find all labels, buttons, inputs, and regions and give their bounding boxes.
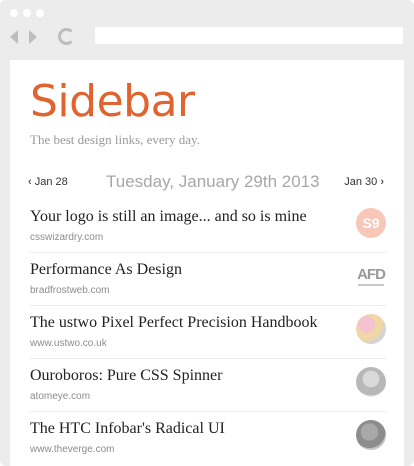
- link-title[interactable]: Your logo is still an image... and so is…: [30, 208, 307, 226]
- link-title[interactable]: Ouroboros: Pure CSS Spinner: [30, 367, 222, 385]
- next-day-label: Jan 30: [344, 176, 378, 188]
- maximize-window-dot[interactable]: [36, 9, 44, 17]
- browser-toolbar: [0, 0, 414, 60]
- site-tagline: The best design links, every day.: [30, 132, 200, 147]
- avatar-photo-icon: [356, 420, 386, 450]
- list-item[interactable]: Performance As Design bradfrostweb.com A…: [30, 252, 386, 305]
- forward-icon[interactable]: [29, 30, 37, 44]
- avatar-photo-icon: [356, 367, 386, 397]
- list-item[interactable]: Ouroboros: Pure CSS Spinner atomeye.com: [30, 358, 386, 411]
- next-day-link[interactable]: Jan 30 ›: [344, 176, 384, 188]
- address-bar[interactable]: [95, 27, 403, 44]
- window-controls: [10, 9, 44, 17]
- site-logo[interactable]: Sidebar: [30, 76, 195, 127]
- close-window-dot[interactable]: [10, 9, 18, 17]
- reload-icon[interactable]: [58, 28, 75, 45]
- link-domain: www.ustwo.co.uk: [30, 338, 107, 349]
- list-item[interactable]: The HTC Infobar's Radical UI www.theverg…: [30, 411, 386, 464]
- browser-window: Sidebar The best design links, every day…: [0, 0, 414, 466]
- link-title[interactable]: The HTC Infobar's Radical UI: [30, 420, 225, 438]
- link-domain: atomeye.com: [30, 391, 91, 402]
- link-domain: www.theverge.com: [30, 444, 115, 455]
- afd-logo-underline: [358, 283, 384, 286]
- avatar-photo-icon: [356, 314, 386, 344]
- link-domain: csswizardry.com: [30, 232, 104, 243]
- list-item[interactable]: Your logo is still an image... and so is…: [30, 200, 386, 252]
- s9-logo-icon: S9: [356, 208, 386, 238]
- link-title[interactable]: Performance As Design: [30, 261, 182, 279]
- afd-logo-icon: AFD: [356, 261, 386, 291]
- chevron-right-icon: ›: [380, 176, 384, 188]
- minimize-window-dot[interactable]: [23, 9, 31, 17]
- prev-day-link[interactable]: ‹ Jan 28: [28, 176, 68, 188]
- prev-day-label: Jan 28: [34, 176, 68, 188]
- afd-logo-text: AFD: [357, 265, 386, 283]
- link-title[interactable]: The ustwo Pixel Perfect Precision Handbo…: [30, 314, 318, 332]
- chevron-left-icon: ‹: [28, 176, 32, 188]
- page-content: Sidebar The best design links, every day…: [10, 60, 404, 466]
- date-navigation: ‹ Jan 28 Tuesday, January 29th 2013 Jan …: [28, 172, 384, 194]
- current-date: Tuesday, January 29th 2013: [106, 172, 320, 191]
- link-list: Your logo is still an image... and so is…: [30, 200, 386, 464]
- list-item[interactable]: The ustwo Pixel Perfect Precision Handbo…: [30, 305, 386, 358]
- back-icon[interactable]: [10, 30, 18, 44]
- link-domain: bradfrostweb.com: [30, 285, 110, 296]
